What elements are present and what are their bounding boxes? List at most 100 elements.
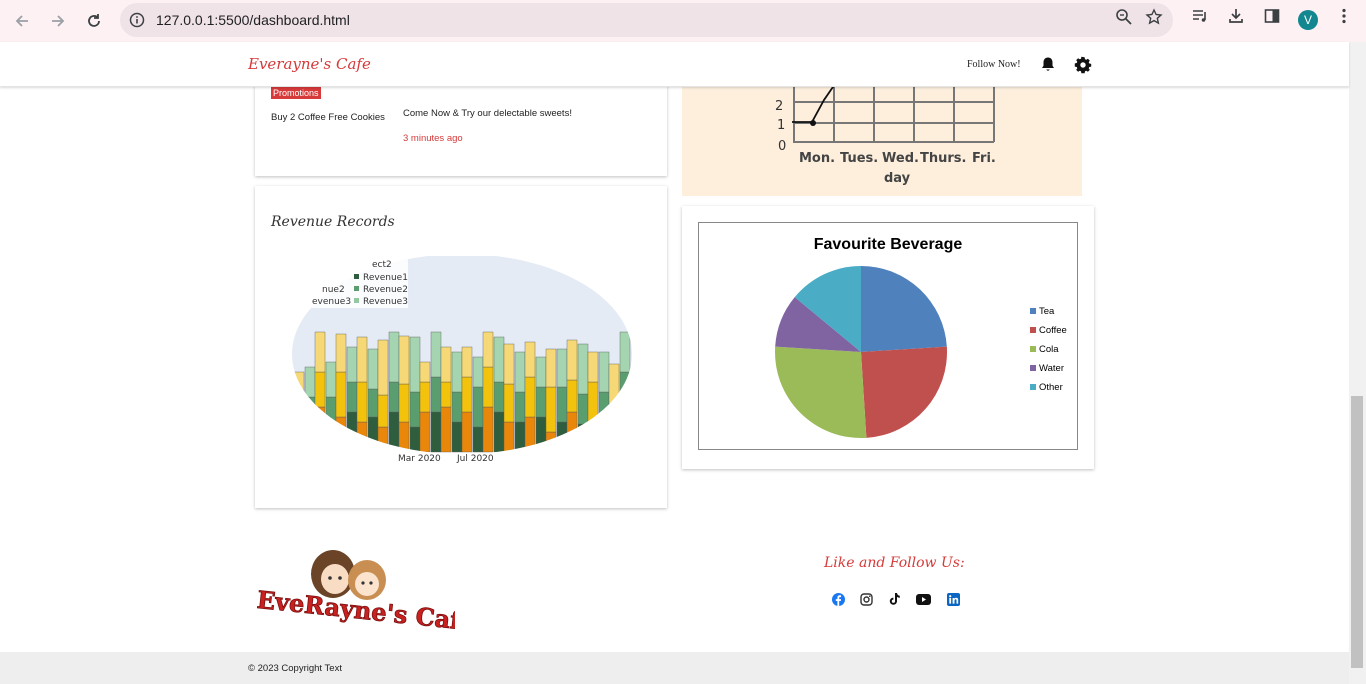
revenue-bar-segment (335, 371, 347, 418)
beverage-card: Favourite Beverage Tea Coffee Cola Water Oth… (682, 206, 1094, 469)
revenue-title: Revenue Records (271, 214, 395, 230)
address-bar[interactable]: 127.0.0.1:5500/dashboard.html (120, 3, 1173, 37)
zoom-icon[interactable] (1115, 8, 1133, 30)
revenue-bar-segment (556, 421, 568, 453)
legend-swatch-tea (1030, 308, 1036, 314)
revenue-bar-segment (430, 331, 442, 378)
copyright-text: © 2023 Copyright Text (248, 663, 342, 674)
daily-sales-chart-card: ∟ 2 1 0 Mon. Tues. Wed. Thurs. Fri. day (682, 70, 1082, 196)
legend-swatch-coffee (1030, 327, 1036, 333)
revenue-bar-segment (293, 371, 305, 403)
legend-revenue1: Revenue1 (363, 273, 408, 283)
revenue-bar-segment (535, 416, 547, 453)
download-icon[interactable] (1227, 7, 1245, 25)
revenue-bar-segment (304, 421, 316, 453)
revenue-bar-segment (419, 411, 431, 453)
revenue-bar-segment (535, 356, 547, 388)
instagram-icon[interactable] (857, 590, 875, 608)
revenue-bar-segment (356, 421, 368, 453)
gear-icon[interactable] (1074, 56, 1092, 78)
revenue-bar-segment (503, 383, 515, 423)
revenue-bar-segment (493, 336, 505, 383)
revenue-bar-segment (409, 336, 421, 393)
revenue-bar-segment (545, 348, 557, 388)
revenue-bar-segment (472, 386, 484, 428)
revenue-bar-segment (314, 331, 326, 373)
daily-sales-sketch-chart: ∟ 2 1 0 Mon. Tues. Wed. Thurs. Fri. day (775, 70, 996, 186)
revenue-bar-segment (577, 423, 589, 453)
promotion-item: Buy 2 Coffee Free Cookies (271, 112, 385, 123)
day-label-tues: Tues. (840, 151, 878, 166)
revenue-bar-segment (440, 406, 452, 453)
revenue-bar-segment (482, 406, 494, 453)
revenue-bar-segment (524, 341, 536, 378)
revenue-bar-segment (545, 431, 557, 453)
revenue-bar-segment (367, 416, 379, 453)
revenue-bar-segment (314, 371, 326, 408)
revenue-bar-segment (335, 333, 347, 373)
scrollbar-thumb[interactable] (1351, 396, 1363, 668)
page-scrollbar[interactable] (1349, 42, 1366, 684)
avatar-letter: V (1298, 10, 1318, 30)
revenue-bar-segment (482, 366, 494, 408)
legend-label-tea: Tea (1039, 306, 1055, 317)
revenue-bar-segment (451, 351, 463, 393)
revenue-bar-segment (545, 386, 557, 433)
revenue-bar-segment (514, 391, 526, 423)
browser-toolbar: 127.0.0.1:5500/dashboard.html V (0, 0, 1366, 42)
day-label-mon: Mon. (799, 151, 835, 166)
bell-icon[interactable] (1040, 56, 1056, 77)
revenue-bar-segment (493, 381, 505, 413)
follow-now-link[interactable]: Follow Now! (967, 59, 1021, 70)
revenue-bar-segment (566, 411, 578, 453)
legend-swatch-other (1030, 384, 1036, 390)
revenue-bar-segment (440, 381, 452, 408)
revenue-bar-segment (598, 391, 610, 418)
legend-top-fragment: ect2 (372, 260, 392, 270)
promotion-message: Come Now & Try our delectable sweets! (403, 108, 572, 119)
revenue-bar-segment (608, 431, 620, 453)
revenue-bar-segment (367, 348, 379, 390)
revenue-bar-segment (440, 346, 452, 383)
revenue-bar-segment (524, 376, 536, 418)
revenue-bar-segment (388, 411, 400, 453)
footer-follow-title: Like and Follow Us: (824, 555, 965, 571)
tiktok-icon[interactable] (885, 590, 903, 608)
revenue-bar-segment (419, 381, 431, 413)
forward-icon[interactable] (40, 3, 76, 39)
promotion-time: 3 minutes ago (403, 133, 463, 144)
revenue-bar-segment (524, 416, 536, 453)
revenue-bar-segment (409, 426, 421, 453)
revenue-bar-segment (619, 371, 631, 408)
revenue-bar-segment (430, 411, 442, 453)
linkedin-icon[interactable] (944, 590, 962, 608)
menu-dots-icon[interactable] (1335, 7, 1353, 25)
facebook-icon[interactable] (829, 590, 847, 608)
profile-avatar[interactable]: V (1298, 10, 1318, 30)
bookmark-star-icon[interactable] (1145, 8, 1163, 30)
pie-title: Favourite Beverage (814, 236, 963, 253)
youtube-icon[interactable] (914, 590, 932, 608)
revenue-bar-segment (293, 401, 305, 423)
brand-title[interactable]: Everayne's Cafe (248, 55, 371, 73)
site-info-icon[interactable] (120, 12, 154, 28)
side-panel-icon[interactable] (1263, 7, 1281, 25)
revenue-bar-segment (377, 426, 389, 453)
legend-left-fragment-2: evenue3 (312, 297, 351, 307)
x-tick-jul-2020: Jul 2020 (456, 454, 494, 464)
revenue-bar-segment (503, 343, 515, 385)
revenue-card: Revenue Records ect2 Revenue1 Revenue2 R… (255, 186, 667, 508)
revenue-bar-segment (335, 416, 347, 453)
revenue-bar-segment (419, 361, 431, 383)
revenue-bar-segment (598, 416, 610, 453)
media-control-icon[interactable] (1191, 7, 1209, 25)
x-tick-mar-2020: Mar 2020 (398, 454, 441, 464)
revenue-bar-segment (608, 363, 620, 405)
legend-swatch-water (1030, 365, 1036, 371)
site-header: Everayne's Cafe Follow Now! (0, 42, 1349, 87)
reload-icon[interactable] (76, 3, 112, 39)
promotions-badge: Promotions (271, 87, 321, 99)
back-icon[interactable] (4, 3, 40, 39)
revenue-bar-segment (346, 346, 358, 383)
revenue-bar-segment (304, 396, 316, 423)
